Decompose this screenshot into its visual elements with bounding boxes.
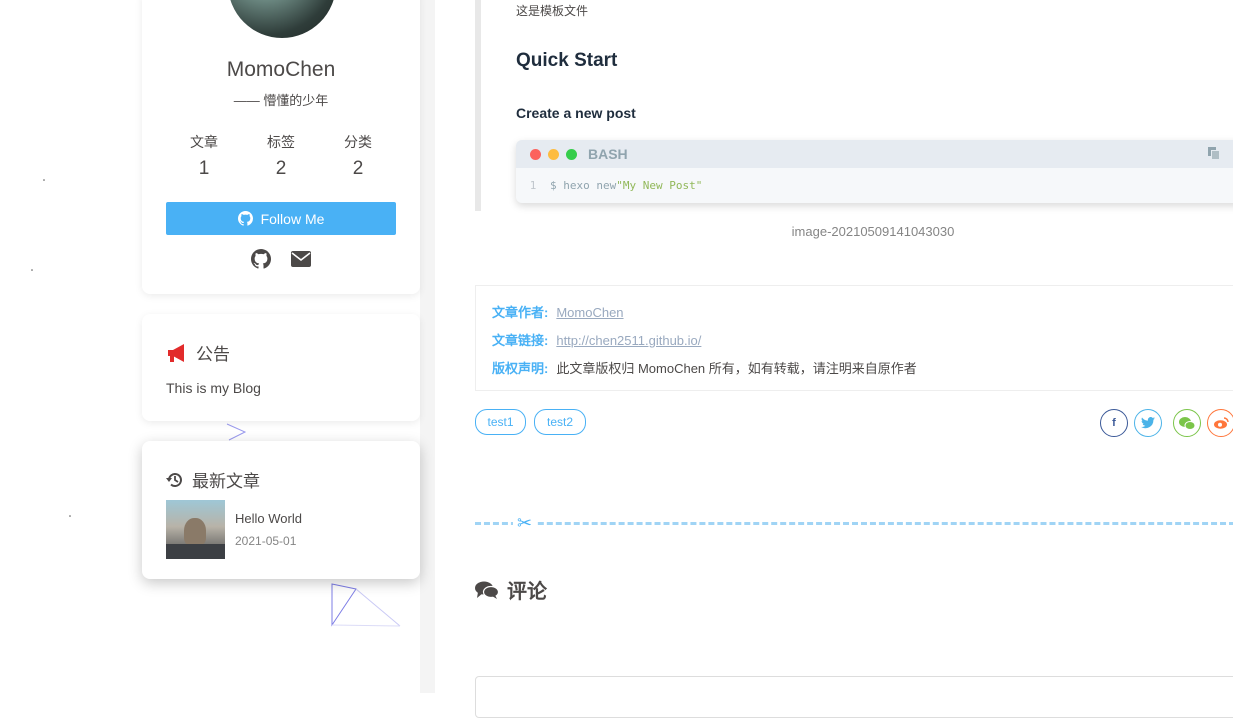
code-language: BASH: [588, 146, 628, 162]
announcement-title: 公告: [196, 345, 230, 364]
recent-posts-title: 最新文章: [192, 472, 260, 491]
twitter-icon[interactable]: [1134, 409, 1162, 437]
post-heading: Quick Start: [516, 50, 618, 71]
avatar[interactable]: [228, 0, 336, 38]
copyright-author: 文章作者: MomoChen: [492, 302, 624, 321]
recent-post-title[interactable]: Hello World: [235, 511, 302, 526]
stat-value: 2: [352, 158, 364, 179]
image-caption: image-20210509141043030: [791, 224, 955, 239]
weibo-icon[interactable]: [1207, 409, 1233, 437]
stat-value: 2: [275, 158, 287, 179]
tag-test1[interactable]: test1: [475, 409, 526, 435]
copyright-link-key: 文章链接:: [492, 333, 549, 348]
copyright-link: 文章链接: http://chen2511.github.io/: [492, 330, 701, 349]
follow-me-button[interactable]: Follow Me: [166, 202, 396, 235]
author-card: MomoChen —— 懵懂的少年 文章 1 标签 2 分类 2 Follow …: [142, 0, 420, 294]
announcement-card: 公告 This is my Blog: [142, 314, 420, 421]
recent-posts-header: 最新文章: [166, 467, 260, 492]
author-name: MomoChen: [226, 58, 336, 81]
scissors-icon: ✂: [513, 512, 537, 534]
wechat-icon[interactable]: [1173, 409, 1201, 437]
comments-header: 评论: [475, 575, 547, 604]
code-command: $ hexo new: [550, 179, 617, 192]
stat-articles[interactable]: 文章 1: [166, 132, 242, 180]
post-copyright: 文章作者: MomoChen 文章链接: http://chen2511.githu…: [475, 285, 1233, 391]
comments-icon: [475, 581, 499, 599]
github-icon: [237, 211, 253, 226]
recent-posts-card: 最新文章 Hello World 2021-05-01: [142, 441, 420, 579]
close-dot-icon: [530, 148, 541, 160]
comment-input[interactable]: [475, 676, 1233, 718]
maximize-dot-icon: [566, 148, 577, 160]
blockquote-bar: [475, 0, 481, 211]
stat-value: 1: [198, 158, 210, 179]
copyright-author-key: 文章作者:: [492, 305, 549, 320]
social-links: [142, 248, 420, 270]
comments-title: 评论: [507, 581, 547, 603]
post-subheading: Create a new post: [516, 105, 636, 121]
minimize-dot-icon: [548, 148, 559, 160]
post-thumbnail[interactable]: [166, 500, 225, 559]
list-item[interactable]: Hello World 2021-05-01: [166, 500, 302, 559]
tag-test2[interactable]: test2: [534, 409, 586, 435]
code-line: 1 $ hexo new "My New Post": [516, 168, 1233, 203]
envelope-icon[interactable]: [290, 248, 312, 270]
stat-label: 标签: [267, 134, 295, 150]
site-stats: 文章 1 标签 2 分类 2: [166, 132, 396, 180]
post-divider: [475, 522, 1233, 525]
announcement-text: This is my Blog: [166, 380, 261, 396]
author-description: —— 懵懂的少年: [233, 93, 329, 108]
stat-label: 文章: [190, 134, 218, 150]
facebook-icon[interactable]: f: [1100, 409, 1128, 437]
code-string: "My New Post": [616, 179, 703, 192]
code-block-header: BASH: [516, 140, 1233, 168]
copyright-license-text: 此文章版权归 MomoChen 所有，如有转载，请注明来自原作者: [556, 361, 917, 376]
announcement-header: 公告: [166, 340, 230, 365]
copyright-post-link[interactable]: http://chen2511.github.io/: [556, 333, 701, 348]
recent-post-date: 2021-05-01: [235, 534, 297, 548]
copyright-license-key: 版权声明:: [492, 361, 549, 376]
github-icon[interactable]: [250, 248, 272, 270]
stat-label: 分类: [344, 134, 372, 150]
bullhorn-icon: [168, 343, 184, 362]
code-block: BASH 1 $ hexo new "My New Post": [516, 140, 1233, 203]
stat-categories[interactable]: 分类 2: [320, 132, 396, 180]
stat-tags[interactable]: 标签 2: [243, 132, 319, 180]
copy-icon[interactable]: [1208, 147, 1220, 160]
history-icon: [166, 472, 182, 487]
template-note: 这是模板文件: [516, 4, 589, 18]
copyright-author-link[interactable]: MomoChen: [556, 305, 623, 320]
follow-me-label: Follow Me: [260, 210, 325, 227]
copyright-license: 版权声明: 此文章版权归 MomoChen 所有，如有转载，请注明来自原作者: [492, 358, 917, 377]
line-number: 1: [529, 179, 537, 192]
